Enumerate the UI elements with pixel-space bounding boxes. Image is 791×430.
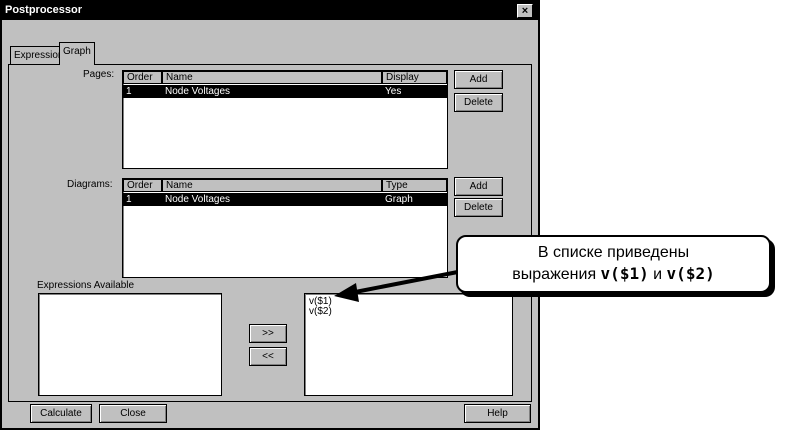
move-left-button[interactable]: << [249,347,287,366]
callout-line-1: В списке приведены [537,244,690,261]
move-right-button[interactable]: >> [249,324,287,343]
diagrams-row-name: Node Voltages [165,194,231,205]
graph-tab-panel: Pages: Order Name Display 1 Node Voltage… [8,64,532,402]
pages-list[interactable]: Order Name Display 1 Node Voltages Yes [122,70,448,169]
diagrams-row-order: 1 [126,194,132,205]
diagrams-col-type[interactable]: Type [382,179,447,192]
calculate-button[interactable]: Calculate [30,404,92,423]
selected-expression-item[interactable]: v($1) [309,297,512,307]
diagrams-label: Diagrams: [67,179,113,190]
callout-prefix: выражения [512,266,601,283]
callout-expr-1: v($1) [600,264,649,283]
close-button[interactable]: Close [99,404,167,423]
expressions-selected-list[interactable]: v($1) v($2) [304,293,513,396]
diagrams-row[interactable]: 1 Node Voltages Graph [123,193,447,206]
annotation-callout: В списке приведены выражения v($1) и v($… [456,235,771,293]
diagrams-list[interactable]: Order Name Type 1 Node Voltages Graph [122,178,448,278]
tab-graph[interactable]: Graph [59,42,95,65]
pages-label: Pages: [83,69,115,80]
pages-col-order[interactable]: Order [123,71,162,84]
pages-row-name: Node Voltages [165,86,231,97]
pages-row[interactable]: 1 Node Voltages Yes [123,85,447,98]
selected-expression-item[interactable]: v($2) [309,307,512,317]
title-bar[interactable]: Postprocessor × [2,2,538,20]
diagrams-col-order[interactable]: Order [123,179,162,192]
expressions-available-list[interactable] [38,293,222,396]
close-icon[interactable]: × [517,4,533,18]
pages-col-display[interactable]: Display [382,71,447,84]
help-button[interactable]: Help [464,404,531,423]
pages-col-name[interactable]: Name [162,71,382,84]
diagrams-row-type: Graph [385,194,413,205]
diagrams-add-button[interactable]: Add [454,177,503,196]
postprocessor-window: Postprocessor × Expression Graph Pages: … [0,0,540,430]
diagrams-delete-button[interactable]: Delete [454,198,503,217]
expressions-available-label: Expressions Available [37,280,135,291]
callout-line-2: выражения v($1) и v($2) [458,263,769,285]
callout-expr-2: v($2) [666,264,715,283]
pages-delete-button[interactable]: Delete [454,93,503,112]
window-title: Postprocessor [5,4,83,16]
pages-row-order: 1 [126,86,132,97]
callout-conj: и [648,266,667,283]
diagrams-col-name[interactable]: Name [162,179,382,192]
pages-row-display: Yes [385,86,402,97]
pages-add-button[interactable]: Add [454,70,503,89]
